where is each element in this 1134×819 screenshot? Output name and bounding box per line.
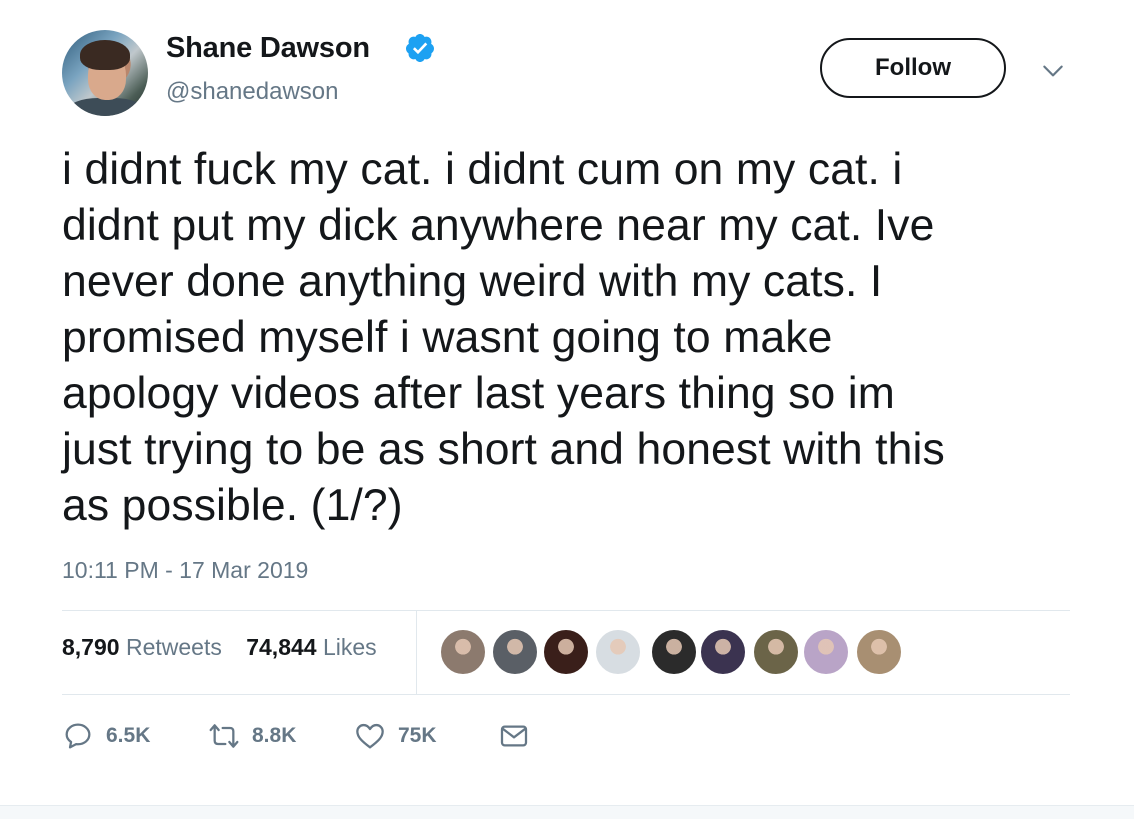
reply-count: 6.5K xyxy=(106,724,151,747)
reply-button[interactable]: 6.5K xyxy=(62,716,150,756)
bottom-border xyxy=(0,805,1134,819)
likes-stat[interactable]: 74,844 Likes xyxy=(246,634,376,660)
avatar[interactable] xyxy=(62,30,148,116)
liker-avatar-3[interactable] xyxy=(543,629,589,675)
divider-bottom xyxy=(62,694,1070,695)
chevron-down-icon[interactable] xyxy=(1040,58,1066,84)
engagement-stats: 8,790 Retweets 74,844 Likes xyxy=(62,634,377,661)
divider-top xyxy=(62,610,1070,611)
like-count: 75K xyxy=(398,724,437,747)
liker-avatar-7[interactable] xyxy=(753,629,799,675)
retweets-label: Retweets xyxy=(125,634,222,660)
stats-separator xyxy=(416,611,417,694)
heart-icon xyxy=(356,723,384,749)
liker-avatar-4[interactable] xyxy=(595,629,641,675)
liker-avatar-5[interactable] xyxy=(651,629,697,675)
display-name[interactable]: Shane Dawson xyxy=(166,32,370,65)
liker-avatar-6[interactable] xyxy=(700,629,746,675)
retweets-count: 8,790 xyxy=(62,634,120,660)
like-button[interactable]: 75K xyxy=(354,716,437,756)
follow-button[interactable]: Follow xyxy=(820,38,1006,98)
verified-badge-icon xyxy=(405,34,434,62)
retweet-count: 8.8K xyxy=(252,724,297,747)
liker-avatar-8[interactable] xyxy=(803,629,849,675)
tweet-text: i didnt fuck my cat. i didnt cum on my c… xyxy=(62,145,945,530)
tweet-timestamp[interactable]: 10:11 PM - 17 Mar 2019 xyxy=(62,557,308,584)
liker-avatar-2[interactable] xyxy=(492,629,538,675)
likes-label: Likes xyxy=(322,634,377,660)
tweet-card: Shane Dawson @shanedawson Follow i didnt… xyxy=(0,0,1134,819)
retweet-icon xyxy=(209,724,239,748)
avatar-shirt xyxy=(68,98,144,116)
likes-count: 74,844 xyxy=(246,634,317,660)
retweet-button[interactable]: 8.8K xyxy=(208,716,296,756)
reply-icon xyxy=(65,723,91,749)
liker-avatar-9[interactable] xyxy=(856,629,902,675)
liker-avatar-1[interactable] xyxy=(440,629,486,675)
dm-envelope-icon xyxy=(500,725,528,747)
action-bar: 6.5K 8.8K 75K xyxy=(62,716,562,756)
direct-message-button[interactable] xyxy=(498,716,530,756)
retweets-stat[interactable]: 8,790 Retweets xyxy=(62,634,222,660)
avatar-hair xyxy=(80,40,130,70)
handle[interactable]: @shanedawson xyxy=(166,78,338,106)
